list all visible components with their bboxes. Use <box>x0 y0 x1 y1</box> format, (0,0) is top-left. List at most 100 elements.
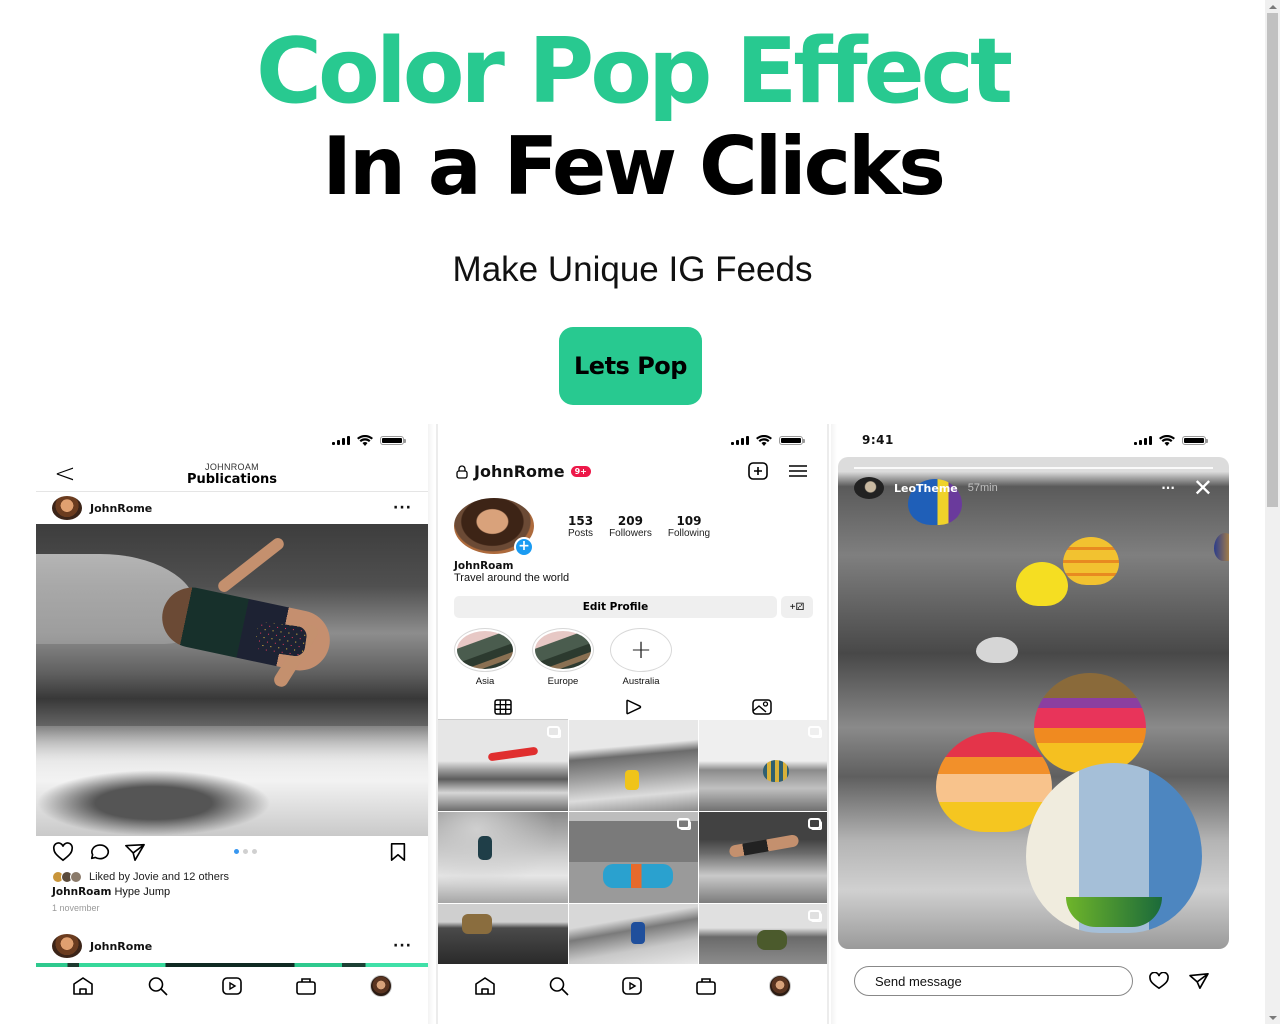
multiple-images-icon <box>808 726 821 737</box>
post-username[interactable]: JohnRome <box>90 502 152 515</box>
highlight-cover <box>532 628 594 672</box>
signal-icon <box>332 435 350 445</box>
balloon <box>1034 673 1146 773</box>
send-icon[interactable] <box>124 842 146 862</box>
stat-following[interactable]: 109 Following <box>668 514 710 539</box>
profile-avatar[interactable] <box>369 975 392 997</box>
grid-post[interactable] <box>438 720 568 811</box>
scroll-down-arrow-icon[interactable] <box>1265 1011 1280 1024</box>
status-time: 9:41 <box>862 433 894 447</box>
grid-post[interactable] <box>568 904 699 964</box>
status-bar <box>1134 432 1208 448</box>
shop-icon[interactable] <box>295 976 317 996</box>
scroll-up-arrow-icon[interactable] <box>1265 0 1280 13</box>
home-icon[interactable] <box>474 976 496 996</box>
page-header: JOHNROAM Publications <box>36 462 428 487</box>
profile-avatar[interactable] <box>769 975 792 997</box>
more-icon[interactable]: ··· <box>393 501 412 515</box>
close-icon[interactable]: ✕ <box>1193 476 1213 500</box>
story-username[interactable]: LeoTheme <box>894 482 958 495</box>
balloon <box>976 637 1018 663</box>
liked-by[interactable]: Liked by Jovie and 12 others <box>52 871 229 883</box>
like-story-button[interactable] <box>1148 972 1170 990</box>
add-story-icon[interactable]: + <box>514 537 534 557</box>
comment-icon[interactable] <box>88 842 110 862</box>
signal-icon <box>731 435 749 445</box>
grid-post[interactable] <box>568 812 699 903</box>
multiple-images-icon <box>546 726 560 737</box>
post-date: 1 november <box>52 903 100 913</box>
highlight-europe[interactable]: Europe <box>532 628 594 687</box>
story-header: LeoTheme 57min ··· ✕ <box>854 476 1213 500</box>
home-icon[interactable] <box>72 976 94 996</box>
hero-title-line-1: Color Pop Effect <box>255 19 1013 124</box>
page-scrollbar[interactable] <box>1265 0 1280 1024</box>
share-story-button[interactable] <box>1188 972 1210 990</box>
story-highlights: Asia Europe + Australia <box>454 628 672 687</box>
balloon <box>1214 533 1229 561</box>
profile-stats: 153 Posts 209 Followers 109 Following <box>568 514 710 539</box>
discover-people-button[interactable]: +⚂ <box>781 596 813 618</box>
stat-posts[interactable]: 153 Posts <box>568 514 593 539</box>
reels-icon[interactable] <box>221 976 243 996</box>
story-screen: 9:41 LeoTheme 57min ··· ✕ <box>838 424 1230 1024</box>
send-message-input[interactable] <box>854 966 1133 996</box>
reels-icon <box>625 699 641 715</box>
post-header: JohnRome ··· <box>52 934 412 958</box>
edit-profile-button[interactable]: Edit Profile <box>454 596 777 618</box>
tab-tagged[interactable] <box>697 694 827 720</box>
bio-name: JohnRoam <box>454 560 514 572</box>
stat-followers[interactable]: 209 Followers <box>609 514 652 539</box>
multiple-images-icon <box>677 818 691 829</box>
avatar[interactable] <box>52 934 82 958</box>
grid-post[interactable] <box>699 720 827 811</box>
reels-icon[interactable] <box>621 976 643 996</box>
heart-icon <box>1149 972 1169 990</box>
highlight-australia[interactable]: + Australia <box>610 628 672 687</box>
plus-icon: + <box>610 628 672 672</box>
liked-by-text: Liked by Jovie and 12 others <box>89 871 230 883</box>
grid-post[interactable] <box>699 904 827 964</box>
bio-text: Travel around the world <box>454 572 570 584</box>
grid-post[interactable] <box>438 904 568 964</box>
feed-screen: < JOHNROAM Publications JohnRome ··· Lik… <box>36 424 428 1024</box>
carousel-indicator <box>234 849 257 854</box>
profile-actions <box>747 462 809 480</box>
caption-username[interactable]: JohnRoam <box>52 886 111 898</box>
lock-icon <box>456 464 468 479</box>
grid-post[interactable] <box>699 812 827 903</box>
bookmark-icon[interactable] <box>388 842 408 862</box>
avatar[interactable] <box>52 496 82 520</box>
tab-grid[interactable] <box>438 694 568 720</box>
tab-reels[interactable] <box>568 694 698 720</box>
profile-username[interactable]: JohnRome <box>474 462 565 481</box>
post-image[interactable] <box>36 524 428 836</box>
post-header: JohnRome ··· <box>52 496 412 520</box>
status-bar <box>332 432 406 448</box>
bottom-tab-bar <box>438 973 827 999</box>
lets-pop-button[interactable]: Lets Pop <box>559 327 702 405</box>
send-icon <box>1189 972 1209 990</box>
heart-icon[interactable] <box>52 842 74 862</box>
menu-icon[interactable] <box>787 462 809 480</box>
search-icon[interactable] <box>548 976 570 996</box>
caption-text: Hype Jump <box>114 886 171 898</box>
highlight-cover <box>454 628 516 672</box>
balloon <box>1063 537 1119 585</box>
tagged-icon <box>752 699 772 715</box>
search-icon[interactable] <box>147 976 169 996</box>
grid-post[interactable] <box>438 812 568 903</box>
multiple-images-icon <box>808 818 821 829</box>
balloon <box>1016 562 1068 606</box>
stat-value: 209 <box>617 514 643 528</box>
more-icon[interactable]: ··· <box>393 939 412 953</box>
scrollbar-thumb[interactable] <box>1267 13 1278 507</box>
highlight-asia[interactable]: Asia <box>454 628 516 687</box>
add-post-icon[interactable] <box>747 462 769 480</box>
grid-post[interactable] <box>568 720 699 811</box>
story-image[interactable]: LeoTheme 57min ··· ✕ <box>838 457 1229 949</box>
avatar[interactable] <box>854 477 884 499</box>
more-icon[interactable]: ··· <box>1161 481 1175 495</box>
post-username[interactable]: JohnRome <box>90 940 152 953</box>
shop-icon[interactable] <box>695 976 717 996</box>
